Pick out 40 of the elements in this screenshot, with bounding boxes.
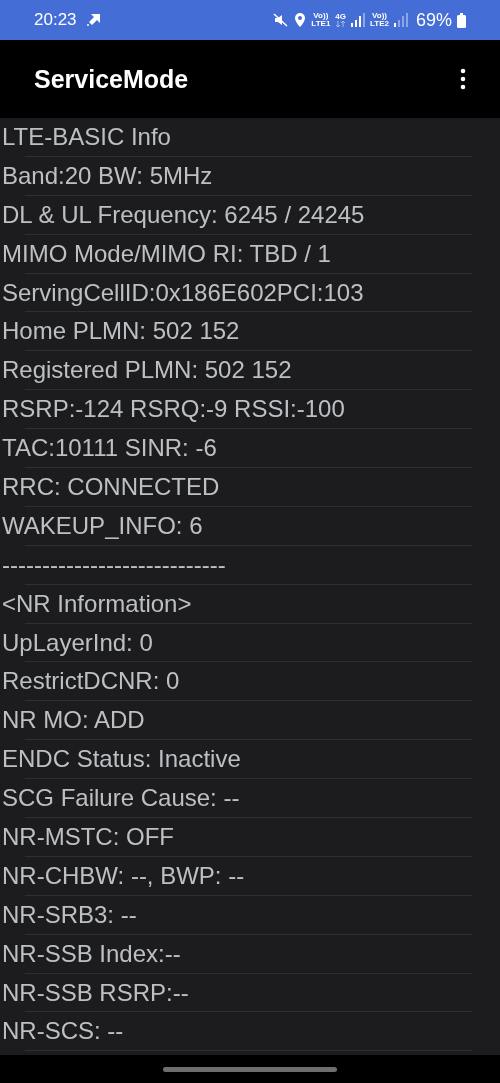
info-line: WAKEUP_INFO: 6 (2, 511, 203, 540)
info-line: Band:20 BW: 5MHz (2, 161, 213, 190)
location-icon (294, 12, 307, 28)
mute-icon (273, 12, 290, 28)
info-line: NR-SSB RSRP:-- (2, 978, 189, 1007)
app-title: ServiceMode (34, 64, 189, 94)
volte-label: Vo)) (372, 12, 387, 20)
info-line: <NR Information> (2, 589, 192, 618)
info-line: DL & UL Frequency: 6245 / 24245 (2, 200, 365, 229)
info-line: RestrictDCNR: 0 (2, 667, 180, 696)
battery-icon (457, 12, 466, 28)
info-line: UpLayerInd: 0 (2, 628, 153, 657)
data-arrows-icon (335, 21, 346, 27)
sim-label: LTE1 (311, 20, 331, 28)
battery-percentage: 69% (415, 9, 452, 31)
info-line: ---------------------------- (2, 550, 226, 579)
info-line: NR-CHBW: --, BWP: -- (2, 861, 245, 890)
notification-icon (85, 12, 102, 28)
info-line: MIMO Mode/MIMO RI: TBD / 1 (2, 239, 331, 268)
info-line: TAC:10111 SINR: -6 (2, 434, 217, 463)
volte-label: Vo)) (313, 12, 329, 20)
signal-icon (393, 13, 408, 27)
info-line: NR-SCS: -- (2, 1017, 124, 1046)
info-line: Registered PLMN: 502 152 (2, 356, 292, 385)
info-line: NR MO: ADD (2, 706, 145, 735)
info-line: NR-MSTC: OFF (2, 822, 174, 851)
info-line: ServingCellID:0x186E602PCI:103 (2, 278, 364, 307)
network-type: 4G (335, 13, 346, 21)
info-line: LTE-BASIC Info (2, 122, 171, 151)
info-line: Home PLMN: 502 152 (2, 317, 240, 346)
info-line: RRC: CONNECTED (2, 472, 220, 501)
info-line: SCG Failure Cause: -- (2, 784, 240, 813)
signal-icon (351, 13, 365, 27)
info-line: RSRP:-124 RSRQ:-9 RSSI:-100 (2, 395, 345, 424)
clock-time: 20:23 (34, 10, 77, 30)
sim-label: LTE2 (370, 20, 389, 28)
info-line: NR-SSB Index:-- (2, 939, 181, 968)
home-handle[interactable] (163, 1066, 337, 1072)
info-line: NR-SRB3: -- (2, 900, 137, 929)
info-line: ENDC Status: Inactive (2, 745, 241, 774)
